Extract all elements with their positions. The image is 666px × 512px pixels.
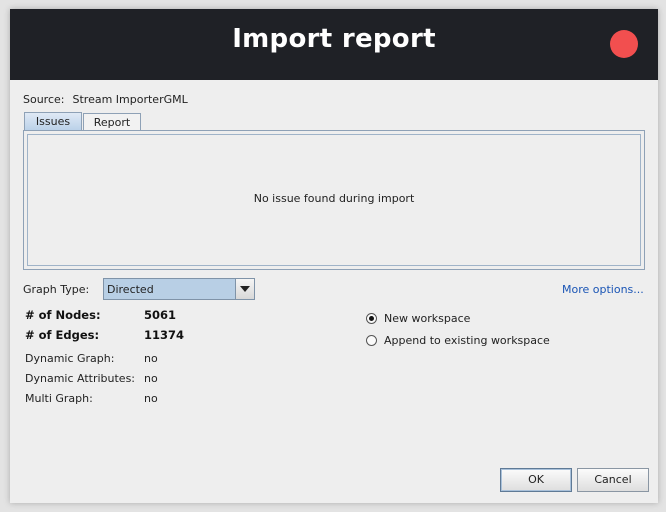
no-issue-message: No issue found during import [253,192,415,205]
ok-button[interactable]: OK [500,468,572,492]
radio-unselected-icon[interactable] [366,335,377,346]
edges-value: 11374 [144,328,185,342]
multi-graph-value: no [144,392,158,405]
dynamic-attributes-value: no [144,372,158,385]
more-options-link[interactable]: More options... [562,283,644,296]
source-value: Stream ImporterGML [72,93,188,106]
issues-panel: No issue found during import [23,130,645,270]
graph-type-select[interactable]: Directed [103,278,255,300]
source-label: Source: [23,93,65,106]
new-workspace-label: New workspace [384,312,471,325]
dynamic-attributes-label: Dynamic Attributes: [25,372,136,385]
cancel-button[interactable]: Cancel [577,468,649,492]
multi-graph-label: Multi Graph: [25,392,93,405]
graph-type-value: Directed [107,283,154,296]
radio-selected-icon[interactable] [366,313,377,324]
dropdown-button[interactable] [235,279,254,299]
import-report-dialog: Import report Source: Stream ImporterGML … [10,9,658,503]
tab-report[interactable]: Report [83,113,141,130]
chevron-down-icon [240,286,250,292]
tab-issues[interactable]: Issues [24,112,82,131]
source-row: Source: Stream ImporterGML [23,93,188,106]
dynamic-graph-value: no [144,352,158,365]
append-workspace-label: Append to existing workspace [384,334,550,347]
close-icon[interactable] [610,30,638,58]
graph-type-label: Graph Type: [23,283,90,296]
dialog-title: Import report [232,24,436,54]
title-bar: Import report [10,9,658,80]
edges-label: # of Edges: [25,328,100,342]
dynamic-graph-label: Dynamic Graph: [25,352,115,365]
nodes-value: 5061 [144,308,177,322]
radio-dot [369,316,374,321]
issues-list: No issue found during import [27,134,641,266]
nodes-label: # of Nodes: [25,308,101,322]
